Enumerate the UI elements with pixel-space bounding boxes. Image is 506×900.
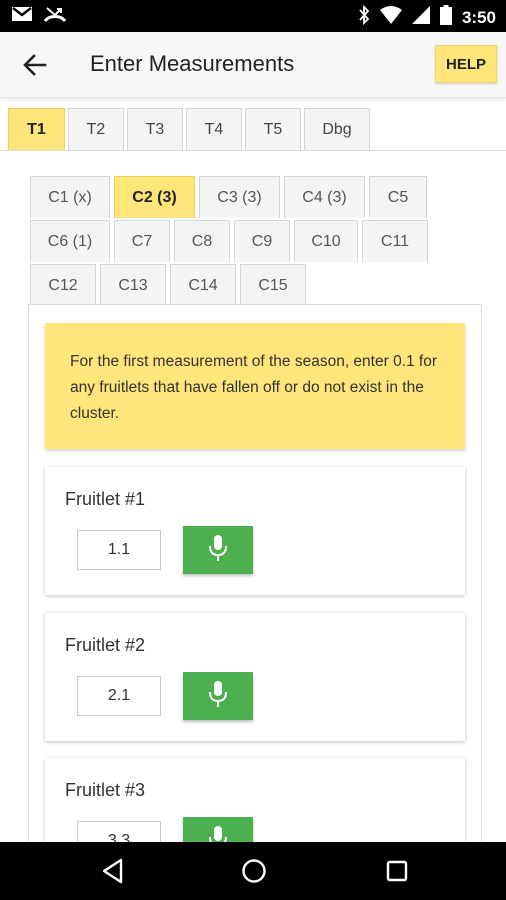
back-triangle-icon[interactable] xyxy=(99,857,127,885)
page-title: Enter Measurements xyxy=(90,51,295,76)
cluster-tab-c13[interactable]: C13 xyxy=(100,264,166,306)
wifi-icon xyxy=(379,6,402,29)
fruitlet-card: Fruitlet #2 2.1 xyxy=(45,613,465,741)
fruitlet-label: Fruitlet #1 xyxy=(65,489,146,509)
cluster-tab-c1[interactable]: C1 (x) xyxy=(30,176,110,218)
tab-t4[interactable]: T4 xyxy=(186,108,242,150)
bluetooth-icon xyxy=(358,4,370,30)
cluster-tab-c4[interactable]: C4 (3) xyxy=(284,176,365,218)
system-nav-bar xyxy=(0,842,506,900)
clock-time: 3:50 xyxy=(461,7,496,27)
cluster-tab-c5[interactable]: C5 xyxy=(369,176,427,218)
fruitlet-value-input[interactable]: 1.1 xyxy=(77,530,161,570)
home-circle-icon[interactable] xyxy=(240,857,268,885)
fruitlet-card: Fruitlet #1 1.1 xyxy=(45,467,465,595)
help-button[interactable]: HELP xyxy=(435,45,497,83)
cluster-tab-c3[interactable]: C3 (3) xyxy=(199,176,280,218)
signal-icon xyxy=(411,6,430,29)
tree-tabs: T1 T2 T3 T4 T5 Dbg xyxy=(8,108,370,150)
cluster-tab-c10[interactable]: C10 xyxy=(294,220,358,262)
cluster-tab-c11[interactable]: C11 xyxy=(362,220,428,262)
voice-input-button[interactable] xyxy=(183,672,253,720)
missed-call-icon xyxy=(43,6,67,27)
measurement-panel: For the first measurement of the season,… xyxy=(28,304,482,886)
cluster-tab-c8[interactable]: C8 xyxy=(174,220,230,262)
tab-divider xyxy=(0,150,506,151)
cluster-tab-c7[interactable]: C7 xyxy=(114,220,170,262)
cluster-tab-c2[interactable]: C2 (3) xyxy=(114,176,195,218)
microphone-icon xyxy=(208,534,228,567)
cluster-tab-c9[interactable]: C9 xyxy=(234,220,290,262)
fruitlet-label: Fruitlet #2 xyxy=(65,635,146,655)
tab-t1[interactable]: T1 xyxy=(8,108,65,150)
tab-t3[interactable]: T3 xyxy=(127,108,183,150)
tab-t5[interactable]: T5 xyxy=(245,108,301,150)
tab-dbg[interactable]: Dbg xyxy=(304,108,370,150)
cluster-tab-c12[interactable]: C12 xyxy=(30,264,96,306)
tab-t2[interactable]: T2 xyxy=(68,108,124,150)
gmail-icon xyxy=(12,6,32,27)
recents-square-icon[interactable] xyxy=(383,857,411,885)
voice-input-button[interactable] xyxy=(183,526,253,574)
cluster-tabs: C1 (x) C2 (3) C3 (3) C4 (3) C5 C6 (1) C7… xyxy=(30,176,450,308)
app-toolbar: Enter Measurements HELP xyxy=(0,32,506,98)
info-notice: For the first measurement of the season,… xyxy=(45,323,465,449)
back-arrow-icon[interactable] xyxy=(22,52,48,78)
cluster-tab-c14[interactable]: C14 xyxy=(170,264,236,306)
fruitlet-value-input[interactable]: 2.1 xyxy=(77,676,161,716)
fruitlet-label: Fruitlet #3 xyxy=(65,780,146,800)
status-bar: 3:50 xyxy=(0,0,506,32)
cluster-tab-c15[interactable]: C15 xyxy=(240,264,306,306)
battery-icon xyxy=(439,5,452,30)
cluster-tab-c6[interactable]: C6 (1) xyxy=(30,220,110,262)
microphone-icon xyxy=(208,680,228,713)
